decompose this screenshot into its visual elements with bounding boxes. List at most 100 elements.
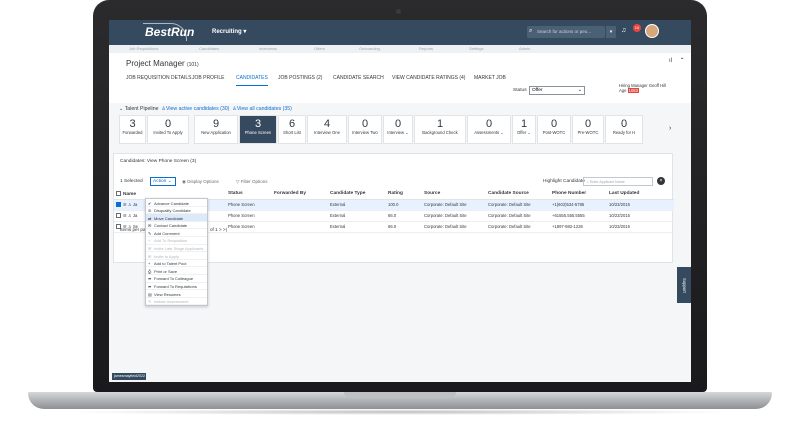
stage-label: Interview One: [314, 130, 340, 135]
stage-new-application[interactable]: 9 New Application: [194, 115, 238, 144]
menu-item-add-to-talent-pool[interactable]: + Add to Talent Pool: [146, 260, 207, 268]
tab-job-profile[interactable]: JOB PROFILE: [192, 75, 225, 85]
highlight-candidate-input[interactable]: ⌕ Enter Applicant Name: [583, 177, 653, 186]
brand-logo[interactable]: BestRun: [145, 25, 194, 39]
pagination[interactable]: of 1 > >|: [210, 227, 227, 232]
select-all-checkbox[interactable]: [116, 191, 121, 196]
display-options-button[interactable]: ◉ Display Options: [182, 179, 219, 185]
status-cell: Phone Screen: [226, 221, 272, 233]
source-cell: Corporate: Default Site: [422, 199, 486, 211]
notification-icon[interactable]: ♫: [621, 27, 626, 34]
status-select[interactable]: Offer ⌄: [529, 86, 585, 95]
stage-ready-for-hire[interactable]: 0 Ready for H: [605, 115, 643, 144]
tab-candidate-search[interactable]: CANDIDATE SEARCH: [333, 75, 384, 85]
stage-phone-screen[interactable]: 3 Phone Screen: [239, 115, 277, 144]
subnav-item[interactable]: Job Requisitions: [129, 46, 158, 51]
collapse-chevron-icon[interactable]: ⌄: [119, 106, 123, 112]
candidate-name[interactable]: Ja: [133, 213, 137, 218]
candidate-name[interactable]: Ja: [133, 202, 137, 207]
menu-item-forward-to-colleague[interactable]: ➦ Forward To Colleague: [146, 275, 207, 283]
tab-view-candidate-ratings[interactable]: VIEW CANDIDATE RATINGS (4): [392, 75, 465, 85]
subnav-item[interactable]: Offers: [314, 46, 325, 51]
menu-item-contact-candidate[interactable]: ✉ Contact Candidate: [146, 222, 207, 230]
subnav-item[interactable]: Settings: [469, 46, 483, 51]
hiring-manager-value[interactable]: Geoff Hill: [649, 83, 666, 88]
stage-interview-one[interactable]: 4 Interview One: [307, 115, 347, 144]
stage-label: Interview ⌄: [387, 130, 409, 135]
column-header-last-updated[interactable]: Last Updated: [607, 189, 674, 200]
tab-candidates[interactable]: CANDIDATES: [236, 75, 268, 86]
support-tab[interactable]: Support: [677, 267, 691, 303]
object-header: Project Manager (101) ıl ⌃ JOB REQUISITI…: [109, 53, 691, 103]
column-header-status[interactable]: Status: [226, 189, 272, 200]
column-label: Name: [123, 191, 137, 197]
clear-icon[interactable]: ×: [657, 177, 665, 185]
notification-badge[interactable]: 10: [633, 24, 641, 32]
subnav-item[interactable]: Admin: [519, 46, 530, 51]
menu-item-forward-to-requisitions[interactable]: ➦ Forward To Requisitions: [146, 283, 207, 291]
stage-pre-wotc[interactable]: 0 Pre-WOTC: [572, 115, 604, 144]
stage-post-wotc[interactable]: 0 Post-WOTC: [537, 115, 571, 144]
updated-cell: 10/23/2015: [607, 199, 674, 211]
search-scope-dropdown[interactable]: ▾: [606, 26, 616, 38]
column-header-source[interactable]: Source: [422, 189, 486, 200]
menu-item-advance-candidate[interactable]: ✔ Advance Candidate: [146, 199, 207, 207]
stage-offer[interactable]: 1 Offer ⌄: [512, 115, 536, 144]
menu-item-invite-to-apply: ✉ Invite to Apply: [146, 252, 207, 260]
stage-label: Forwarded: [122, 130, 143, 135]
tab-job-requisition-details[interactable]: JOB REQUISITION DETAILS: [126, 75, 191, 85]
module-menu[interactable]: Recruiting ▾: [212, 28, 246, 35]
status-cell: Phone Screen: [226, 210, 272, 222]
menu-item-move-candidate[interactable]: ⇄ Move Candidate: [146, 214, 207, 222]
column-header-phone-number[interactable]: Phone Number: [550, 189, 607, 200]
row-checkbox[interactable]: [116, 202, 121, 208]
selection-count: 1 Selected: [120, 179, 143, 184]
talent-pipeline: 3 Forwarded 0 Invited To Apply 9 New Applic…: [119, 115, 667, 144]
column-header-rating[interactable]: Rating: [386, 189, 422, 200]
avatar[interactable]: [645, 24, 659, 38]
filter-options-button[interactable]: ▽ Filter Options: [236, 179, 268, 185]
menu-item-initiate-assessment: ✎ Initiate Assessment: [146, 298, 207, 306]
pipeline-header: ⌄ Talent Pipeline ♙View active candidate…: [119, 106, 292, 112]
stage-label: Assessments ⌄: [474, 130, 504, 135]
stage-count: 0: [361, 118, 369, 130]
row-checkbox[interactable]: [116, 213, 121, 219]
search-placeholder: Search for actions or peo...: [537, 29, 592, 34]
menu-icon[interactable]: ☰: [123, 202, 127, 207]
subnav-item[interactable]: Reports: [419, 46, 433, 51]
stage-short-list[interactable]: 6 Short List: [278, 115, 306, 144]
column-header-candidate-type[interactable]: Candidate Type: [328, 189, 386, 200]
stage-forwarded[interactable]: 3 Forwarded: [119, 115, 146, 144]
subnav-item[interactable]: Interviews: [259, 46, 277, 51]
stage-count: 0: [584, 118, 592, 130]
forwarded-by-cell: [272, 210, 328, 222]
stage-interview[interactable]: 0 Interview ⌄: [383, 115, 413, 144]
pipeline-title: Talent Pipeline: [124, 106, 159, 112]
menu-item-print-or-save[interactable]: ⎙ Print or Save: [146, 267, 207, 275]
chevron-right-icon[interactable]: ›: [669, 125, 671, 132]
stage-assessments[interactable]: 0 Assessments ⌄: [467, 115, 511, 144]
subnav-item[interactable]: Onboarding: [359, 46, 380, 51]
menu-icon[interactable]: ☰: [123, 213, 127, 218]
menu-item-add-comment[interactable]: ✎ Add Comment: [146, 229, 207, 237]
laptop-shadow: [60, 409, 740, 415]
search-input[interactable]: ⌕ Search for actions or peo...: [527, 26, 605, 38]
stage-invited-to-apply[interactable]: 0 Invited To Apply: [147, 115, 189, 144]
tab-job-postings[interactable]: JOB POSTINGS (2): [278, 75, 322, 85]
view-active-candidates-link[interactable]: View active candidates (30): [166, 106, 229, 112]
column-header-forwarded-by[interactable]: Forwarded By: [272, 189, 328, 200]
view-all-candidates-link[interactable]: View all candidates (35): [237, 106, 292, 112]
chart-icon[interactable]: ıl: [669, 58, 672, 64]
screen: BestRun Recruiting ▾ ⌕ Search for action…: [109, 20, 691, 382]
collapse-icon[interactable]: ⌃: [680, 58, 685, 64]
job-title: Project Manager: [126, 59, 185, 68]
search-icon: ⌕: [587, 180, 590, 184]
menu-item-disqualify-candidate[interactable]: ⊘ Disqualify Candidate: [146, 207, 207, 215]
subnav-item[interactable]: Candidates: [199, 46, 219, 51]
tab-market-job[interactable]: MARKET JOB: [474, 75, 506, 85]
column-header-candidate-source[interactable]: Candidate Source: [486, 189, 550, 200]
stage-interview-two[interactable]: 0 Interview Two: [348, 115, 382, 144]
action-button[interactable]: Action ⌄: [150, 177, 176, 186]
stage-background-check[interactable]: 1 Background Check: [414, 115, 466, 144]
menu-item-view-resumes[interactable]: ▤ View Resumes: [146, 290, 207, 298]
